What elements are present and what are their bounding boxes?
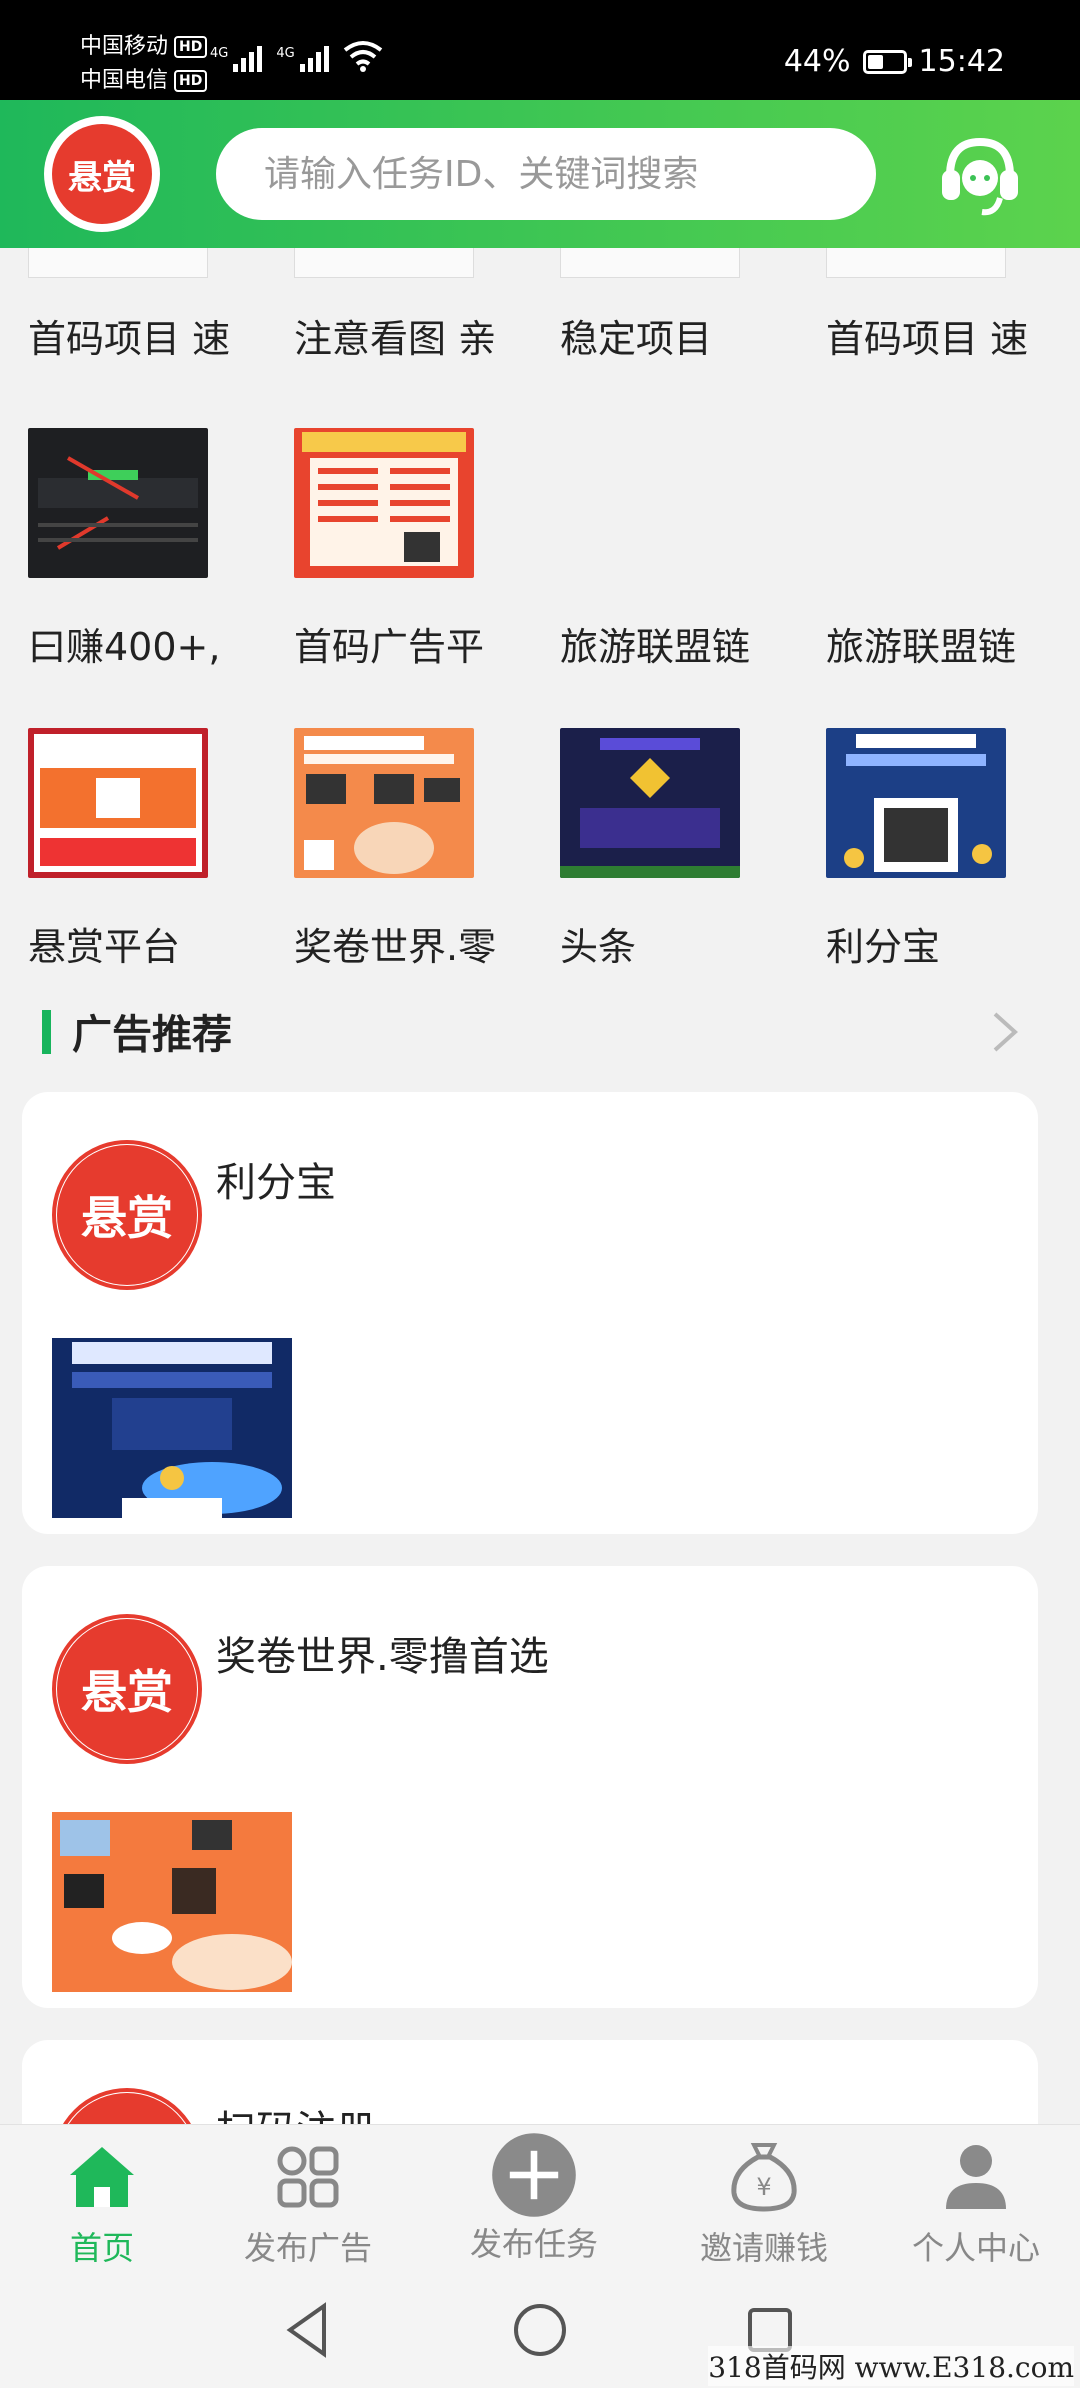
tile-label: 头条 bbox=[560, 925, 637, 969]
app-header: 悬赏 bbox=[0, 100, 1080, 248]
task-tile[interactable]: 奖卷世界.零 bbox=[294, 728, 554, 971]
tile-label: 首码项目 速 bbox=[826, 317, 1029, 361]
hd-badge: HD bbox=[174, 70, 208, 92]
nav-label: 发布任务 bbox=[469, 2225, 598, 2263]
nav-label: 首页 bbox=[69, 2229, 134, 2267]
grid-icon bbox=[277, 2146, 339, 2208]
bottom-nav: 首页 发布广告 发布任务 ¥ 邀请赚钱 个人中心 bbox=[0, 2124, 1080, 2272]
nav-label: 发布广告 bbox=[243, 2229, 372, 2267]
task-thumbnail bbox=[560, 728, 740, 878]
nav-publish-ad[interactable]: 发布广告 bbox=[208, 2137, 408, 2269]
nav-label: 邀请赚钱 bbox=[699, 2229, 828, 2267]
card-image bbox=[52, 1338, 292, 1518]
tile-label: 悬赏平台 bbox=[28, 925, 181, 969]
tile-label: 注意看图 亲 bbox=[294, 317, 497, 361]
tile-label: 首码广告平 bbox=[294, 625, 485, 669]
task-thumbnail bbox=[28, 428, 208, 578]
signal-icon: 4G bbox=[276, 46, 329, 72]
battery-icon bbox=[862, 49, 912, 74]
money-bag-icon: ¥ bbox=[731, 2143, 797, 2212]
avatar: 悬赏 bbox=[52, 1140, 202, 1290]
headset-icon[interactable] bbox=[930, 124, 1030, 224]
nav-label: 个人中心 bbox=[911, 2229, 1040, 2267]
nav-publish-task[interactable]: 发布任务 bbox=[434, 2133, 634, 2265]
status-bar: 中国移动 HD 中国电信 HD 4G 4G 44% 15:42 bbox=[0, 0, 1080, 100]
tile-label: 首码项目 速 bbox=[28, 317, 231, 361]
tile-label: 曰赚400+, bbox=[28, 625, 221, 669]
signal-icons: 4G 4G bbox=[210, 40, 383, 72]
task-thumbnail bbox=[294, 428, 474, 578]
system-nav-bar: 318首码网 www.E318.com bbox=[0, 2272, 1080, 2388]
app-logo[interactable]: 悬赏 bbox=[44, 116, 160, 232]
card-title: 利分宝 bbox=[216, 1160, 336, 1206]
task-tile[interactable]: 悬赏平台 bbox=[28, 728, 288, 971]
wifi-icon bbox=[343, 41, 382, 72]
watermark: 318首码网 www.E318.com bbox=[708, 2346, 1074, 2386]
svg-text:¥: ¥ bbox=[756, 2173, 771, 2201]
plus-circle-icon bbox=[492, 2133, 576, 2217]
task-thumbnail bbox=[28, 728, 208, 878]
chevron-right-icon[interactable] bbox=[985, 1008, 1025, 1056]
ad-card[interactable]: 悬赏 奖卷世界.零撸首选 bbox=[22, 1566, 1038, 2008]
tile-label: 旅游联盟链 bbox=[560, 625, 751, 669]
task-tile[interactable]: 旅游联盟链 bbox=[826, 428, 1080, 671]
task-tile[interactable]: 曰赚400+, bbox=[28, 428, 288, 671]
task-tile[interactable]: 头条 bbox=[560, 728, 820, 971]
tile-label: 利分宝 bbox=[826, 925, 941, 969]
tile-label: 奖卷世界.零 bbox=[294, 925, 497, 969]
battery-percent: 44% bbox=[783, 44, 851, 79]
carrier-2: 中国电信 bbox=[80, 68, 169, 93]
nav-invite[interactable]: ¥ 邀请赚钱 bbox=[664, 2137, 864, 2269]
carrier-info: 中国移动 HD 中国电信 HD bbox=[80, 30, 208, 98]
logo-text: 悬赏 bbox=[57, 1619, 197, 1759]
home-circle-icon[interactable] bbox=[508, 2298, 572, 2362]
carrier-1: 中国移动 bbox=[80, 34, 169, 59]
task-tile[interactable]: 注意看图 亲 bbox=[294, 248, 554, 363]
task-tile[interactable]: 旅游联盟链 bbox=[560, 428, 820, 671]
logo-text: 悬赏 bbox=[57, 1145, 197, 1285]
card-title: 奖卷世界.零撸首选 bbox=[216, 1634, 549, 1680]
search-input[interactable] bbox=[216, 128, 876, 220]
home-icon bbox=[70, 2147, 134, 2207]
task-tile[interactable]: 首码项目 速 bbox=[28, 248, 288, 363]
avatar: 悬赏 bbox=[52, 1614, 202, 1764]
task-tile[interactable]: 稳定项目 bbox=[560, 248, 820, 363]
back-icon[interactable] bbox=[276, 2298, 340, 2362]
nav-profile[interactable]: 个人中心 bbox=[876, 2137, 1076, 2269]
task-thumbnail bbox=[294, 728, 474, 878]
tile-label: 稳定项目 bbox=[560, 317, 713, 361]
tile-label: 旅游联盟链 bbox=[826, 625, 1017, 669]
task-tile[interactable]: 首码广告平 bbox=[294, 428, 554, 671]
ad-card[interactable]: 悬赏 利分宝 bbox=[22, 1092, 1038, 1534]
signal-icon: 4G bbox=[210, 46, 263, 72]
section-header[interactable]: 广告推荐 bbox=[0, 990, 1080, 1070]
task-thumbnail bbox=[826, 728, 1006, 878]
clock: 15:42 bbox=[918, 44, 1005, 79]
card-image bbox=[52, 1812, 292, 1992]
task-tile[interactable]: 利分宝 bbox=[826, 728, 1080, 971]
nav-home[interactable]: 首页 bbox=[2, 2137, 202, 2269]
user-icon bbox=[946, 2145, 1006, 2209]
logo-text: 悬赏 bbox=[52, 124, 152, 224]
task-tile[interactable]: 首码项目 速 bbox=[826, 248, 1080, 363]
section-accent-bar bbox=[42, 1010, 51, 1054]
section-title: 广告推荐 bbox=[72, 1012, 232, 1058]
hd-badge: HD bbox=[174, 36, 208, 58]
